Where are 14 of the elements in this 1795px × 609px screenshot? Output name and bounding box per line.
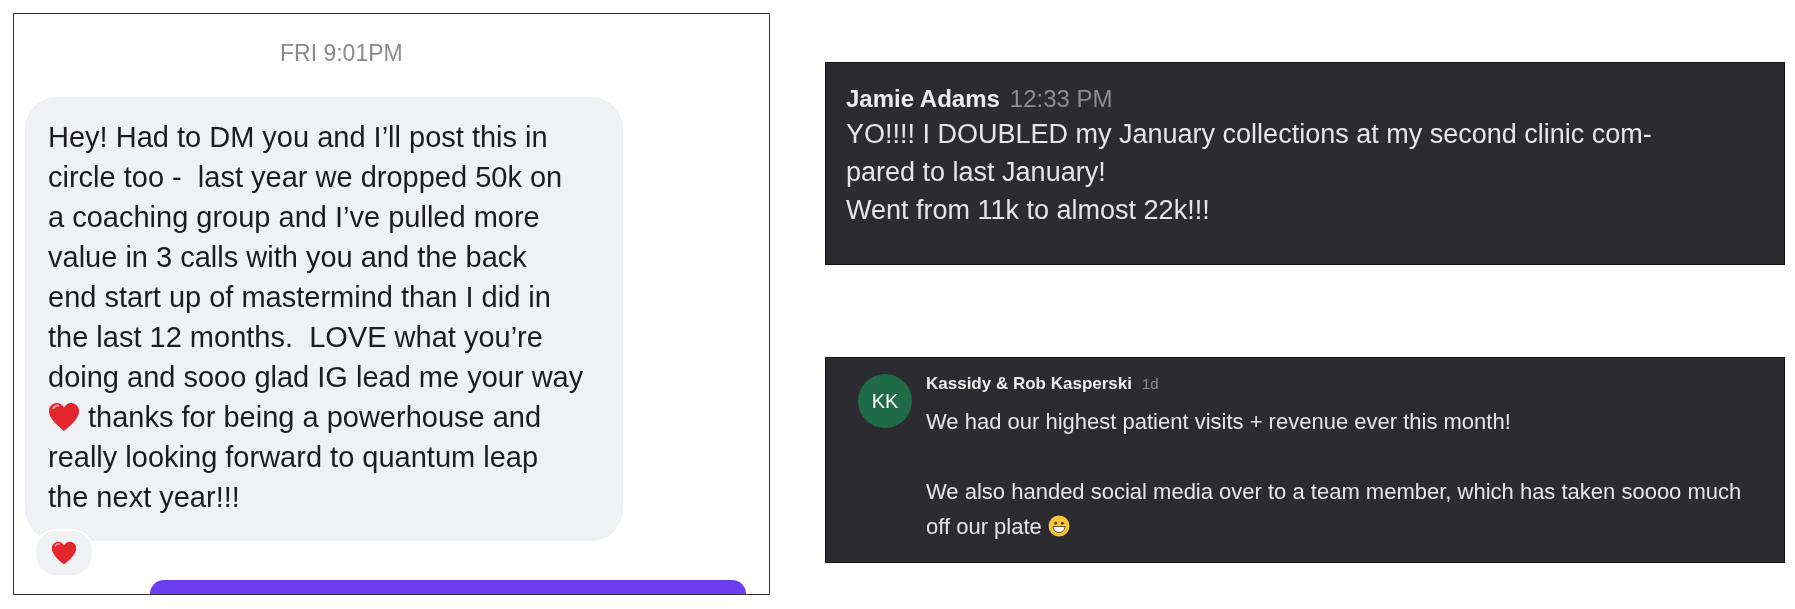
heart-icon (51, 540, 77, 566)
avatar: KK (858, 374, 912, 428)
message-text: really looking forward to quantum leap the next year!!! (48, 440, 540, 515)
post-time: 12:33 PM (1009, 85, 1113, 113)
grinning-face-icon (1047, 515, 1070, 537)
comment-text: We had our highest patient visits + revenue ever this month! We also handed social media over to a team member, which has taken soooo much off our plate (926, 408, 1742, 541)
reaction-badge[interactable] (34, 529, 94, 577)
author-name: Jamie Adams (846, 85, 1000, 113)
message-timestamp: FRI 9:01PM (280, 40, 403, 67)
heart-icon (48, 401, 80, 433)
author-name: Kassidy & Rob Kasperski (926, 374, 1132, 394)
message-text: thanks for being a powerhouse and (87, 400, 542, 435)
comment-text: YO!!!! I DOUBLED my January collections at my second clinic com- pared to last January! Went from 11k to almost 22k!!! (846, 118, 1652, 227)
post-time: 1d (1141, 375, 1159, 392)
